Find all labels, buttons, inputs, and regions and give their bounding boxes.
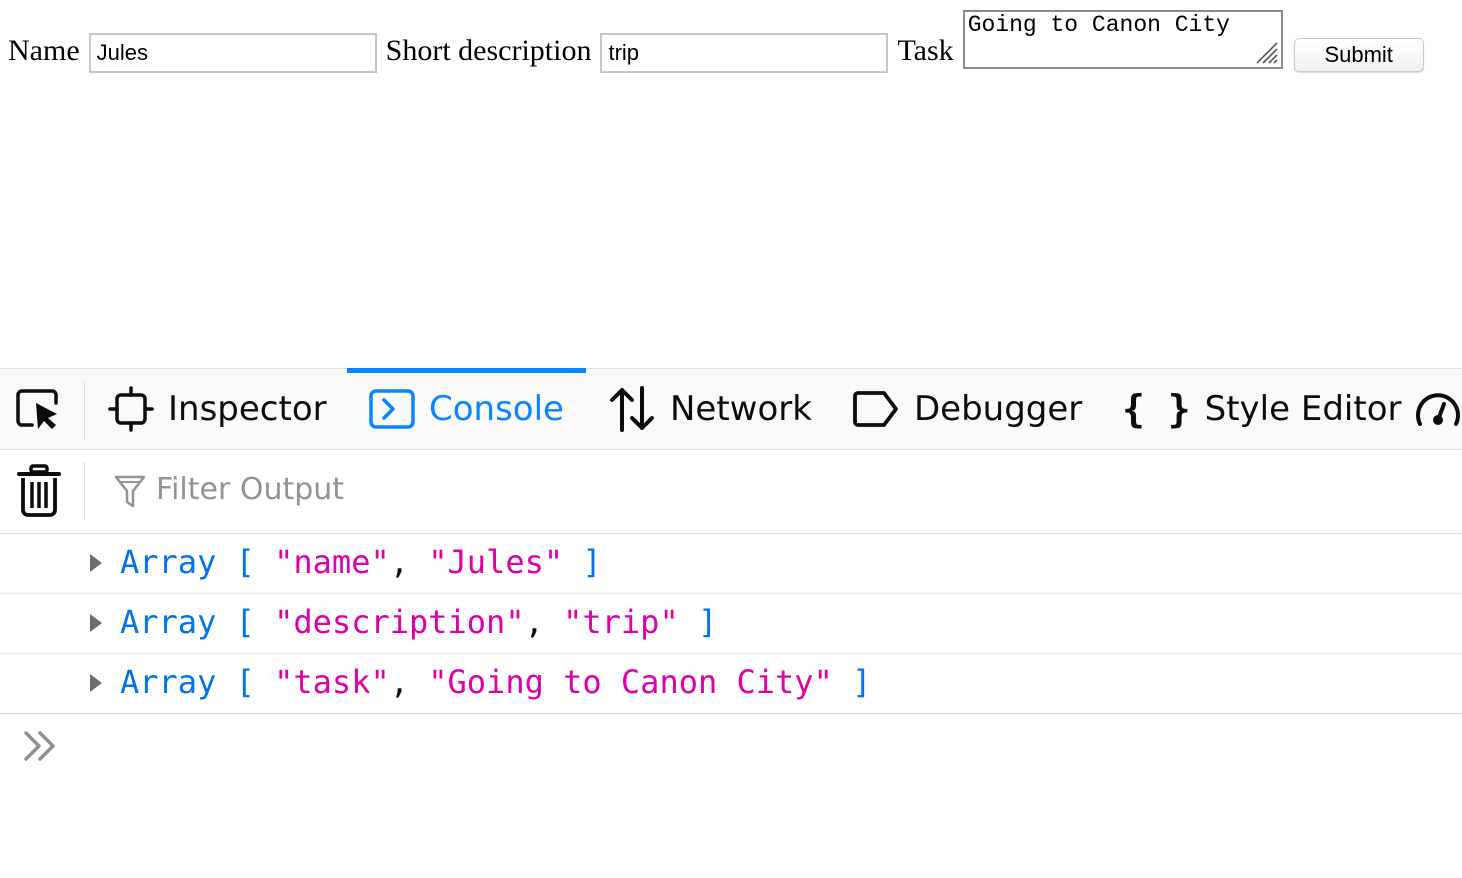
page-content: Name Jules Short description trip Task G… bbox=[0, 0, 1462, 368]
tab-label: Style Editor bbox=[1204, 389, 1402, 429]
style-editor-icon: { } bbox=[1122, 387, 1191, 431]
task-textarea[interactable]: Going to Canon City bbox=[962, 10, 1283, 69]
tab-inspector[interactable]: Inspector bbox=[108, 369, 327, 449]
submit-button[interactable]: Submit bbox=[1293, 38, 1424, 72]
description-input[interactable]: trip bbox=[600, 33, 889, 73]
console-message-text: Array [ "name", "Jules" ] bbox=[120, 543, 602, 581]
task-form: Name Jules Short description trip Task G… bbox=[8, 8, 1424, 73]
task-label: Task bbox=[897, 34, 954, 67]
task-textarea-text: Going to Canon City bbox=[967, 12, 1230, 38]
tab-separator bbox=[84, 381, 85, 439]
tab-label: Inspector bbox=[168, 389, 327, 429]
description-label: Short description bbox=[385, 34, 592, 67]
expand-arrow-icon[interactable] bbox=[88, 612, 104, 634]
console-message[interactable]: Array [ "task", "Going to Canon City" ] bbox=[0, 654, 1462, 714]
name-input[interactable]: Jules bbox=[88, 33, 377, 73]
console-icon bbox=[369, 389, 415, 429]
devtools-tabbar: Inspector Console Network Debugger {} S… bbox=[0, 368, 1462, 450]
performance-icon bbox=[1414, 386, 1462, 432]
console-input-prompt-icon[interactable] bbox=[22, 728, 62, 764]
element-picker-button[interactable] bbox=[10, 385, 66, 433]
tab-label: Network bbox=[670, 389, 812, 429]
expand-arrow-icon[interactable] bbox=[88, 552, 104, 574]
resize-grip-icon[interactable] bbox=[1253, 39, 1279, 65]
debugger-icon bbox=[852, 389, 900, 429]
network-icon bbox=[608, 386, 656, 432]
tab-network[interactable]: Network bbox=[608, 369, 812, 449]
element-picker-icon bbox=[16, 389, 58, 429]
tab-performance[interactable] bbox=[1414, 369, 1462, 449]
inspector-icon bbox=[108, 386, 154, 432]
name-label: Name bbox=[8, 34, 80, 67]
console-log: Array [ "name", "Jules" ] Array [ "descr… bbox=[0, 534, 1462, 714]
console-message-text: Array [ "task", "Going to Canon City" ] bbox=[120, 663, 872, 701]
console-message[interactable]: Array [ "description", "trip" ] bbox=[0, 594, 1462, 654]
filter-output-input[interactable]: Filter Output bbox=[156, 468, 756, 512]
devtools-panel: Inspector Console Network Debugger {} S… bbox=[0, 368, 1462, 826]
toolbar-separator bbox=[84, 462, 85, 520]
tab-console[interactable]: Console bbox=[347, 368, 586, 449]
tab-debugger[interactable]: Debugger bbox=[852, 369, 1082, 449]
tab-style-editor[interactable]: { } Style Editor bbox=[1122, 369, 1401, 449]
filter-icon bbox=[114, 475, 146, 508]
clear-console-trash-icon[interactable] bbox=[16, 464, 62, 518]
console-toolbar: Filter Output bbox=[0, 450, 1462, 534]
console-message-text: Array [ "description", "trip" ] bbox=[120, 603, 718, 641]
tab-label: Debugger bbox=[914, 389, 1083, 429]
expand-arrow-icon[interactable] bbox=[88, 672, 104, 694]
tab-label: Console bbox=[429, 389, 564, 429]
console-message[interactable]: Array [ "name", "Jules" ] bbox=[0, 534, 1462, 594]
